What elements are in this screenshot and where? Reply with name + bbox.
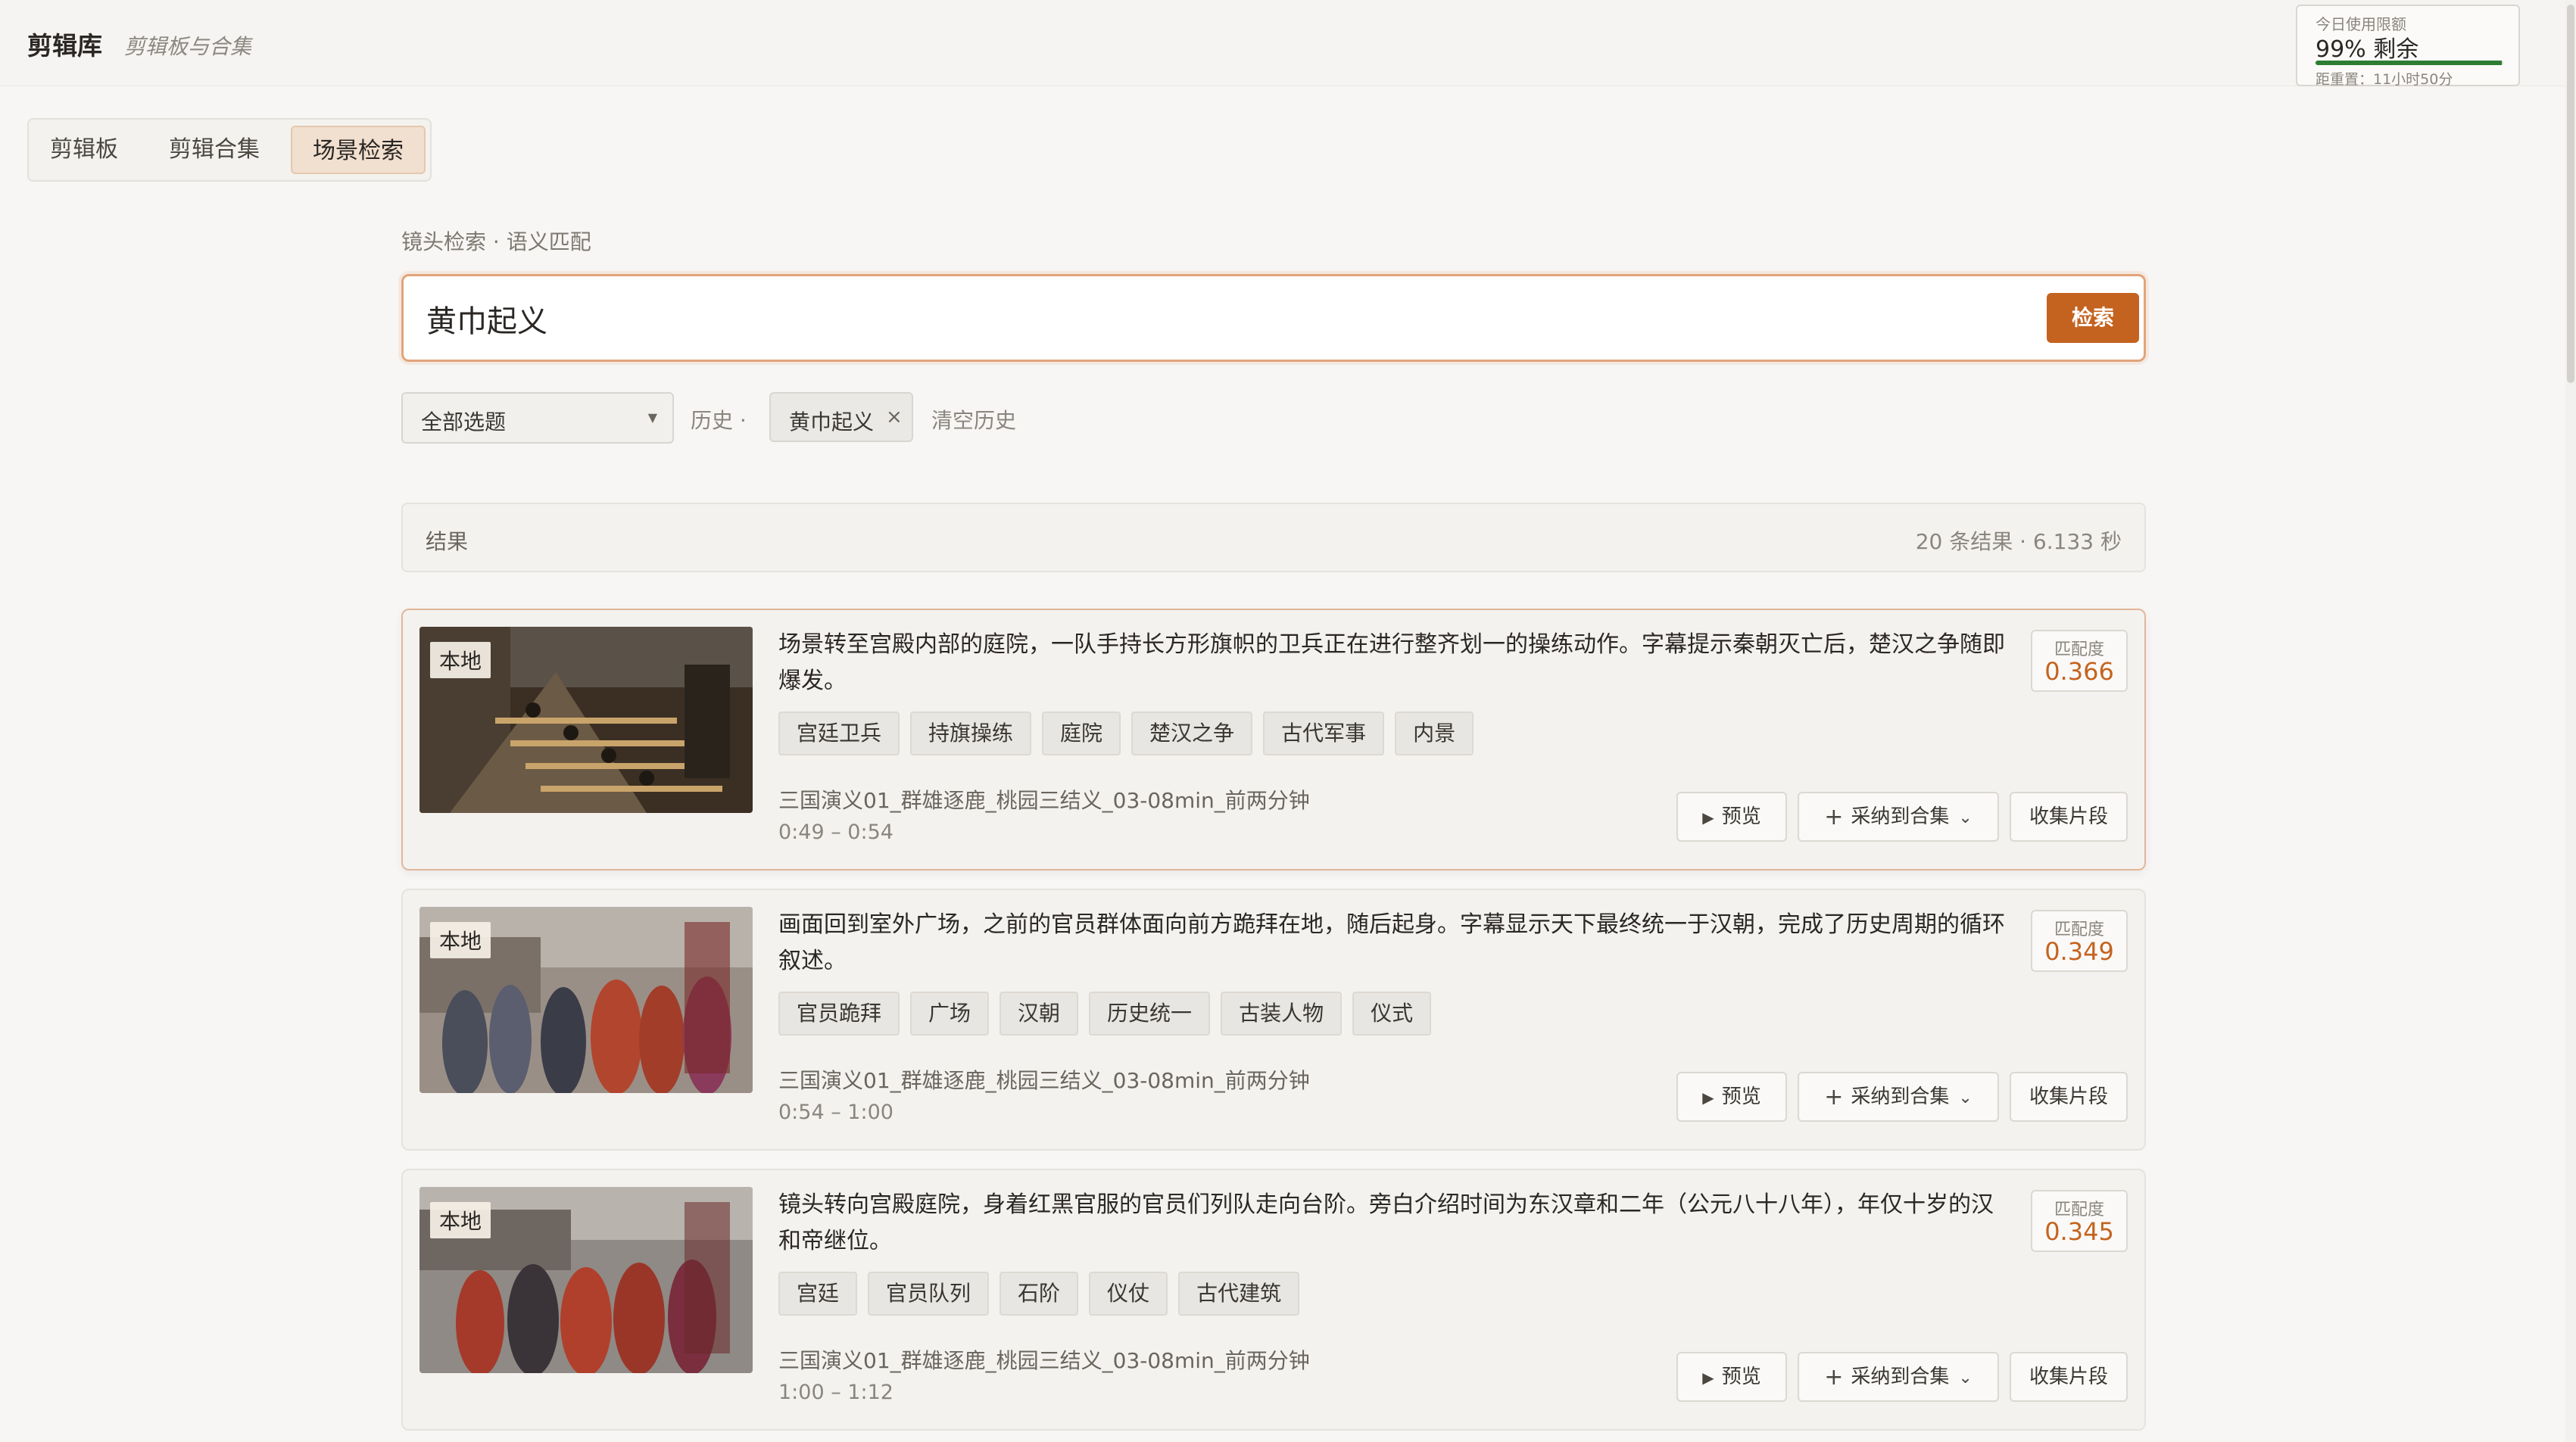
- result-description: 镜头转向宫殿庭院，身着红黑官服的官员们列队走向台阶。旁白介绍时间为东汉章和二年（…: [778, 1191, 1994, 1254]
- main-tabs: 剪辑板 剪辑合集 场景检索: [27, 118, 432, 182]
- topic-select-value: 全部选题: [421, 410, 507, 434]
- video-thumbnail[interactable]: 本地: [419, 907, 753, 1093]
- tag[interactable]: 仪仗: [1089, 1272, 1168, 1316]
- tag[interactable]: 历史统一: [1089, 992, 1211, 1036]
- tab-clipboard[interactable]: 剪辑板: [39, 126, 129, 174]
- source-file: 三国演义01_群雄逐鹿_桃园三结义_03-08min_前两分钟: [778, 1068, 1310, 1093]
- collect-clip-button[interactable]: 收集片段: [2010, 1352, 2128, 1402]
- scrollbar-thumb[interactable]: [2567, 5, 2574, 383]
- source-badge: 本地: [430, 642, 491, 678]
- tab-scene-search[interactable]: 场景检索: [291, 126, 426, 174]
- match-score: 匹配度 0.349: [2031, 910, 2128, 972]
- time-range: 0:54 – 1:00: [778, 1101, 893, 1124]
- quota-progress-bar: [2316, 61, 2503, 65]
- time-range: 1:00 – 1:12: [778, 1381, 893, 1404]
- adopt-to-collection-button[interactable]: + 采纳到合集 ⌄: [1798, 1072, 1999, 1122]
- tag[interactable]: 官员队列: [868, 1272, 990, 1316]
- plus-icon: +: [1824, 804, 1844, 830]
- history-chip-label[interactable]: 黄巾起义: [789, 406, 874, 436]
- source-file: 三国演义01_群雄逐鹿_桃园三结义_03-08min_前两分钟: [778, 1348, 1310, 1373]
- search-button[interactable]: 检索: [2047, 293, 2139, 343]
- results-title: 结果: [426, 529, 469, 554]
- play-icon: ▶: [1702, 1369, 1714, 1387]
- play-icon: ▶: [1702, 808, 1714, 827]
- tag[interactable]: 广场: [910, 992, 990, 1036]
- video-thumbnail[interactable]: 本地: [419, 627, 753, 813]
- history-chip[interactable]: 黄巾起义 ×: [769, 392, 913, 442]
- tag[interactable]: 古代建筑: [1178, 1272, 1300, 1316]
- match-score-value: 0.349: [2044, 937, 2114, 966]
- tag-list: 宫廷卫兵 持旗操练 庭院 楚汉之争 古代军事 内景: [778, 712, 1474, 755]
- results-meta: 20 条结果 · 6.133 秒: [1915, 529, 2122, 554]
- tag[interactable]: 官员跪拜: [778, 992, 900, 1036]
- match-score: 匹配度 0.366: [2031, 630, 2128, 692]
- search-input[interactable]: [426, 294, 1865, 343]
- tab-collections[interactable]: 剪辑合集: [157, 126, 271, 174]
- result-card[interactable]: 本地 镜头转向宫殿庭院，身着红黑官服的官员们列队走向台阶。旁白介绍时间为东汉章和…: [401, 1169, 2146, 1431]
- match-score-value: 0.345: [2044, 1217, 2114, 1246]
- close-icon[interactable]: ×: [886, 406, 903, 428]
- tag[interactable]: 庭院: [1042, 712, 1121, 755]
- tag[interactable]: 楚汉之争: [1131, 712, 1253, 755]
- app-title: 剪辑库: [27, 31, 102, 61]
- source-badge: 本地: [430, 922, 491, 958]
- tag[interactable]: 仪式: [1352, 992, 1432, 1036]
- search-section-label: 镜头检索 · 语义匹配: [401, 229, 591, 254]
- result-card[interactable]: 本地 画面回到室外广场，之前的官员群体面向前方跪拜在地，随后起身。字幕显示天下最…: [401, 889, 2146, 1151]
- tag[interactable]: 持旗操练: [910, 712, 1032, 755]
- chevron-down-icon: ⌄: [1958, 1369, 1973, 1387]
- quota-reset-time: 距重置：11小时50分: [2316, 71, 2453, 88]
- caret-down-icon: ▼: [647, 410, 657, 425]
- preview-button[interactable]: ▶ 预览: [1676, 792, 1787, 842]
- results-header: 结果 20 条结果 · 6.133 秒: [401, 503, 2146, 572]
- tag[interactable]: 汉朝: [1000, 992, 1079, 1036]
- tag[interactable]: 古代军事: [1263, 712, 1385, 755]
- preview-button[interactable]: ▶ 预览: [1676, 1352, 1787, 1402]
- search-box: 检索: [401, 274, 2146, 362]
- play-icon: ▶: [1702, 1089, 1714, 1107]
- app-subtitle: 剪辑板与合集: [124, 34, 252, 59]
- history-label: 历史 ·: [691, 408, 747, 433]
- collect-clip-button[interactable]: 收集片段: [2010, 1072, 2128, 1122]
- plus-icon: +: [1824, 1084, 1844, 1110]
- topic-select[interactable]: 全部选题 ▼: [401, 392, 674, 444]
- video-thumbnail[interactable]: 本地: [419, 1187, 753, 1373]
- usage-quota: 今日使用限额 99% 剩余 距重置：11小时50分: [2296, 5, 2520, 88]
- tag[interactable]: 古装人物: [1221, 992, 1343, 1036]
- result-description: 画面回到室外广场，之前的官员群体面向前方跪拜在地，随后起身。字幕显示天下最终统一…: [778, 911, 2005, 974]
- match-score-value: 0.366: [2044, 657, 2114, 686]
- chevron-down-icon: ⌄: [1958, 1089, 1973, 1107]
- page-scrollbar[interactable]: [2565, 0, 2576, 1442]
- quota-progress-fill: [2316, 61, 2502, 65]
- collect-clip-button[interactable]: 收集片段: [2010, 792, 2128, 842]
- clear-history-link[interactable]: 清空历史: [931, 404, 1016, 434]
- time-range: 0:49 – 0:54: [778, 821, 893, 844]
- adopt-to-collection-button[interactable]: + 采纳到合集 ⌄: [1798, 792, 1999, 842]
- result-description: 场景转至宫殿内部的庭院，一队手持长方形旗帜的卫兵正在进行整齐划一的操练动作。字幕…: [778, 631, 2005, 694]
- source-file: 三国演义01_群雄逐鹿_桃园三结义_03-08min_前两分钟: [778, 788, 1310, 813]
- tag-list: 宫廷 官员队列 石阶 仪仗 古代建筑: [778, 1272, 1300, 1316]
- adopt-to-collection-button[interactable]: + 采纳到合集 ⌄: [1798, 1352, 1999, 1402]
- match-score: 匹配度 0.345: [2031, 1190, 2128, 1252]
- plus-icon: +: [1824, 1364, 1844, 1391]
- tag-list: 官员跪拜 广场 汉朝 历史统一 古装人物 仪式: [778, 992, 1432, 1036]
- top-bar: 剪辑库 剪辑板与合集 今日使用限额 99% 剩余 距重置：11小时50分: [0, 0, 2576, 88]
- quota-value: 99% 剩余: [2316, 36, 2419, 63]
- tag[interactable]: 宫廷卫兵: [778, 712, 900, 755]
- preview-button[interactable]: ▶ 预览: [1676, 1072, 1787, 1122]
- tag[interactable]: 石阶: [1000, 1272, 1079, 1316]
- result-card[interactable]: 本地 场景转至宫殿内部的庭院，一队手持长方形旗帜的卫兵正在进行整齐划一的操练动作…: [401, 609, 2146, 870]
- tag[interactable]: 内景: [1395, 712, 1474, 755]
- chevron-down-icon: ⌄: [1958, 808, 1973, 827]
- source-badge: 本地: [430, 1202, 491, 1238]
- tag[interactable]: 宫廷: [778, 1272, 858, 1316]
